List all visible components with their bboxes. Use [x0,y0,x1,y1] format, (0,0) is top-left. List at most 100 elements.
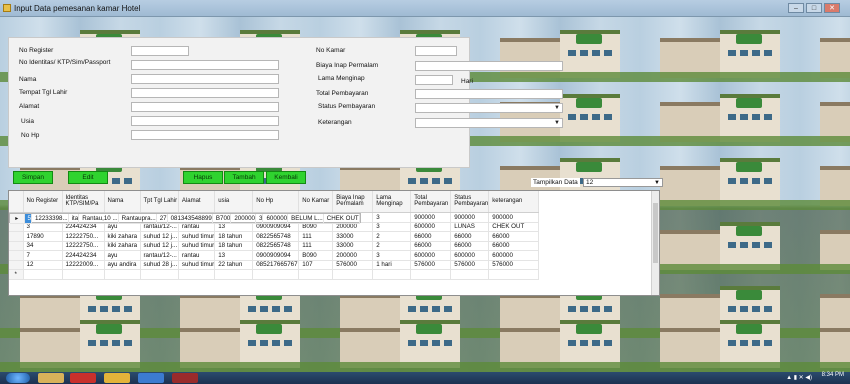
column-header[interactable]: Lama Menginap [372,191,412,213]
column-header[interactable]: Tpt Tgl Lahir [140,191,179,213]
row-selector[interactable] [9,231,24,242]
biaya-inap-input[interactable] [415,61,563,71]
hapus-button[interactable]: Hapus [183,171,223,184]
table-cell[interactable]: 576000 [488,260,540,270]
table-cell[interactable]: 66000 [450,241,490,251]
table-cell[interactable]: suhud 12 j... [140,231,179,242]
column-header[interactable]: Identitas KTP/SIM/Pa [62,191,105,213]
table-cell[interactable]: 66000 [410,241,452,251]
column-header[interactable]: Status Pembayaran [450,191,490,213]
scrollbar-thumb[interactable] [653,203,658,263]
table-cell[interactable]: rantau/12-... [140,250,179,261]
table-cell[interactable] [332,269,374,280]
table-cell[interactable]: 576000 [410,260,452,270]
column-header[interactable]: Total Pembayaran [410,191,452,213]
table-cell[interactable]: 600000 [262,213,289,224]
table-cell[interactable] [372,269,412,280]
keterangan-select[interactable]: ▼ [415,118,563,128]
system-tray[interactable]: ▲ ▮ ✕ ◀) [786,374,812,381]
column-header[interactable]: usia [214,191,254,213]
table-cell[interactable]: 22 tahun [214,260,254,270]
table-cell[interactable]: B090 [298,250,334,261]
table-cell[interactable]: 085217665767 [252,260,300,270]
column-header[interactable]: Alamat [178,191,216,213]
table-cell[interactable]: 13 [214,250,254,261]
table-cell[interactable]: LUNAS [450,222,490,232]
table-cell[interactable]: 18 tahun [214,231,254,242]
table-cell[interactable]: Rantau,10 ... [78,213,119,224]
column-header[interactable]: No Kamar [298,191,334,213]
table-cell[interactable]: ayu [104,250,141,261]
table-cell[interactable]: 1 hari [372,260,412,270]
window-titlebar[interactable]: Input Data pemesanan kamar Hotel – □ ✕ [0,0,850,17]
table-cell[interactable] [410,269,452,280]
table-cell[interactable]: 900000 [410,212,452,223]
app-icon-taskbar[interactable] [138,373,164,383]
status-pembayaran-select[interactable]: ▼ [415,103,563,113]
table-cell[interactable]: 200000 [332,250,374,261]
tempat-tgl-lahir-input[interactable] [131,88,279,98]
chrome-icon[interactable] [104,373,130,383]
table-cell[interactable]: 3 [372,222,412,232]
table-cell[interactable]: B700 [212,213,232,224]
table-cell[interactable] [252,269,300,280]
table-cell[interactable]: 600000 [450,250,490,261]
table-cell[interactable]: rantau [178,250,216,261]
identitas-input[interactable] [131,60,279,70]
table-cell[interactable]: ita [68,213,80,224]
table-cell[interactable]: 576000 [332,260,374,270]
table-cell[interactable]: 66000 [410,231,452,242]
table-row[interactable]: 17890 12222750... kiki zahara suhud 12 j...… [9,231,540,242]
no-kamar-input[interactable] [415,46,457,56]
table-cell[interactable]: BELUM L... [287,213,324,224]
table-cell[interactable]: 200000 [230,213,256,224]
table-cell[interactable]: 27 [156,213,168,224]
table-cell[interactable]: ayu andira [104,260,141,270]
table-cell[interactable] [450,269,490,280]
table-cell[interactable]: 12222750... [62,241,105,251]
column-header[interactable]: Nama [104,191,141,213]
total-pembayaran-input[interactable] [415,89,563,99]
column-header[interactable]: Biaya Inap Permalam [332,191,374,213]
table-cell[interactable] [23,269,63,280]
lama-menginap-input[interactable] [415,75,453,85]
table-cell[interactable]: 2 [372,231,412,242]
table-cell[interactable]: 0900909094 [252,250,300,261]
nama-input[interactable] [131,74,279,84]
table-cell[interactable] [488,269,540,280]
table-row[interactable]: 34 12222750... kiki zahara suhud 12 j... suh… [9,241,540,251]
table-cell[interactable] [62,269,105,280]
table-cell[interactable] [140,269,179,280]
clock[interactable]: 8:34 PM [822,372,844,378]
column-header[interactable]: keterangan [488,191,540,213]
table-cell[interactable]: 5 [24,213,32,224]
table-cell[interactable]: 3 [372,212,412,223]
table-cell[interactable]: 12222009... [62,260,105,270]
table-cell[interactable] [214,269,254,280]
no-hp-input[interactable] [131,130,279,140]
table-cell[interactable] [104,269,141,280]
tampilkan-data-select[interactable]: 12 ▼ [583,178,663,187]
opera-icon[interactable] [70,373,96,383]
table-cell[interactable]: 12233398... [31,213,69,224]
table-cell[interactable]: CHEK OUT [323,213,360,224]
row-selector[interactable] [9,260,24,270]
table-cell[interactable]: 900000 [450,212,490,223]
table-cell[interactable]: 3 [255,213,264,224]
table-cell[interactable]: 33000 [332,231,374,242]
table-cell[interactable]: kiki zahara [104,241,141,251]
maximize-icon[interactable]: □ [806,3,822,13]
table-cell[interactable]: 0822565748 [252,231,300,242]
column-header[interactable]: No Register [23,191,63,213]
table-cell[interactable]: 600000 [410,222,452,232]
edit-button[interactable]: Edit [68,171,108,184]
column-header[interactable]: No Hp [252,191,300,213]
start-icon[interactable] [6,373,30,383]
table-cell[interactable]: 17890 [23,231,63,242]
table-cell[interactable]: 600000 [488,250,540,261]
new-row[interactable]: * [9,269,540,280]
row-selector[interactable]: * [9,269,24,280]
table-cell[interactable] [298,269,334,280]
table-row[interactable]: 7 224424234 ayu rantau/12-... rantau 13 090090… [9,250,540,261]
table-cell[interactable]: 18 tahun [214,241,254,251]
